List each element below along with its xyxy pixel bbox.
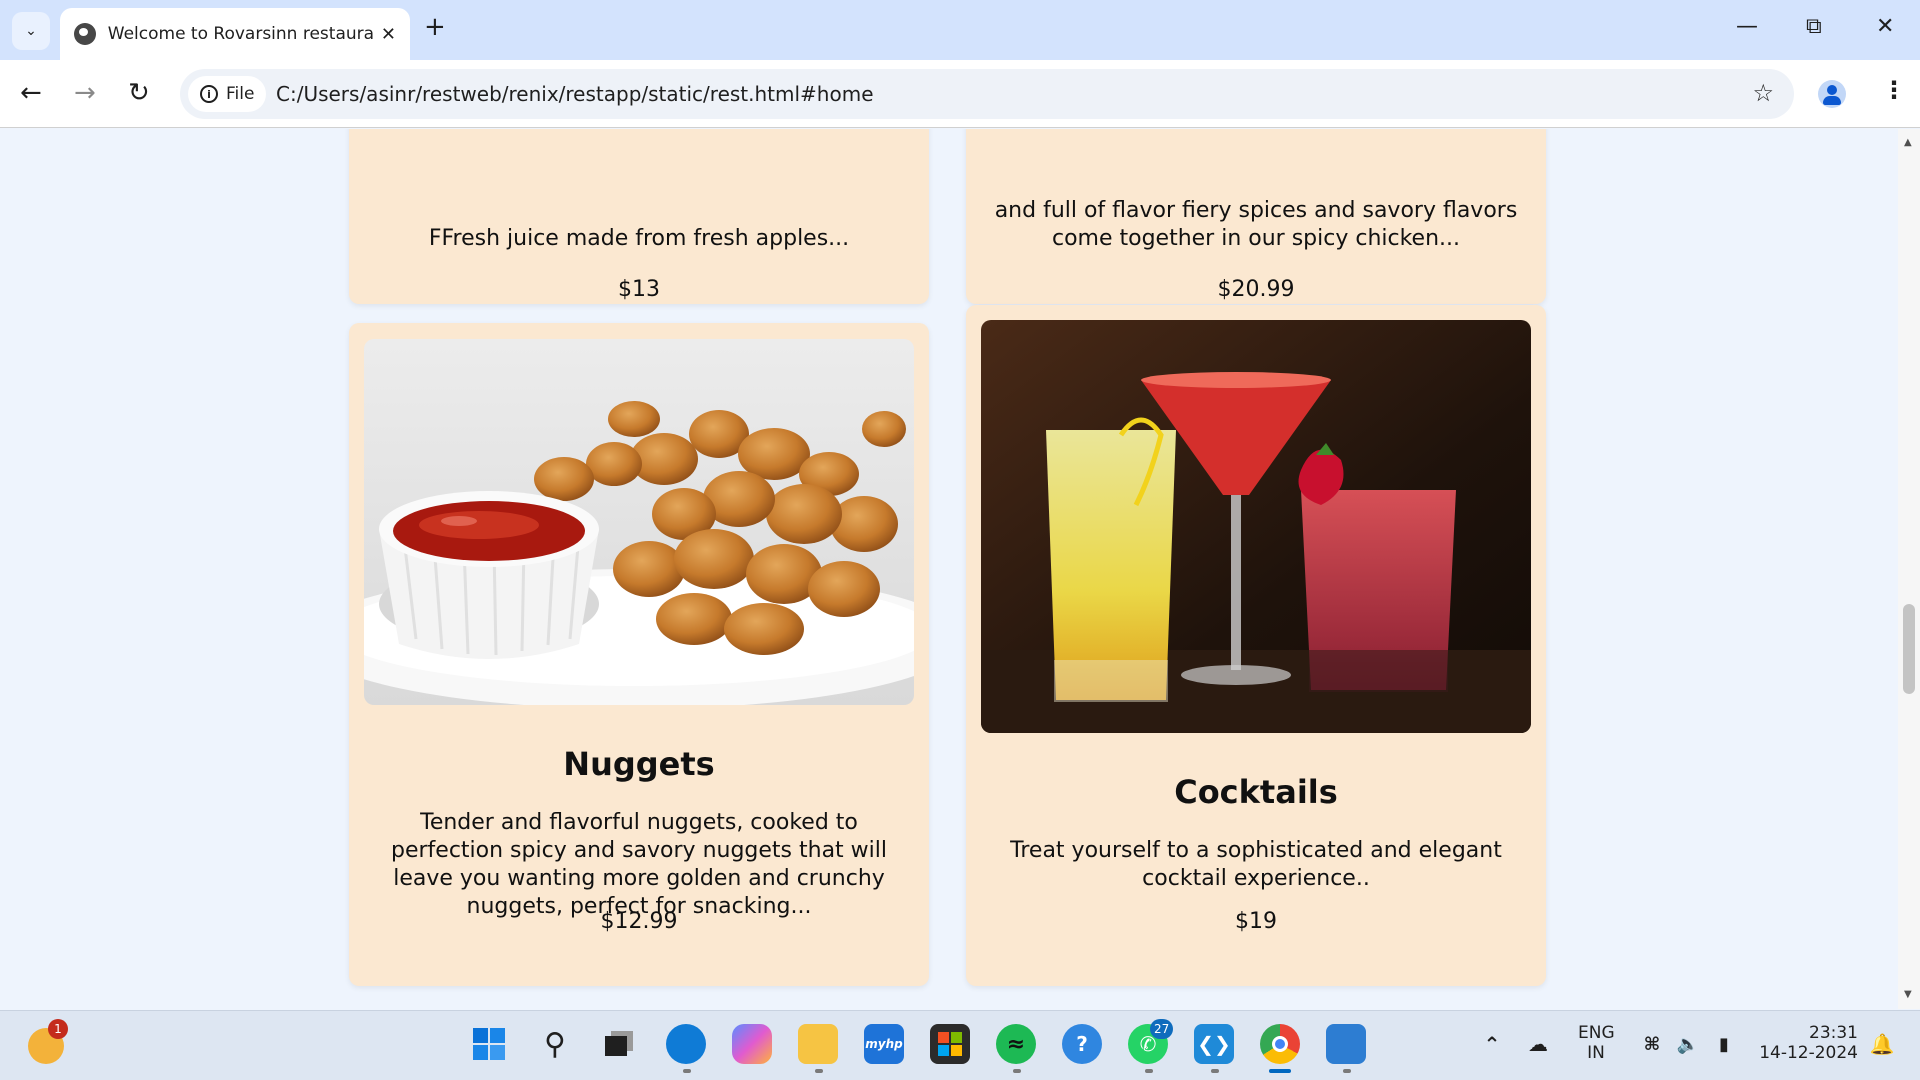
page-viewport: FFresh juice made from fresh apples... $… — [0, 129, 1898, 1009]
card-description: FFresh juice made from fresh apples... — [428, 226, 850, 251]
wifi-icon[interactable]: ⌘ — [1632, 1024, 1672, 1064]
menu-card-juice: FFresh juice made from fresh apples... $… — [349, 129, 929, 304]
clock[interactable]: 23:31 14-12-2024 — [1758, 1023, 1858, 1063]
profile-avatar[interactable] — [1818, 80, 1846, 108]
card-price: $13 — [618, 277, 660, 302]
nuggets-image — [364, 339, 914, 705]
menu-card-nuggets: Nuggets Tender and flavorful nuggets, co… — [349, 323, 929, 986]
onedrive-icon[interactable]: ☁ — [1518, 1024, 1558, 1064]
reload-button[interactable]: ↻ — [128, 78, 150, 108]
card-price: $20.99 — [1217, 277, 1295, 302]
scroll-up-arrow-icon[interactable]: ▲ — [1904, 137, 1912, 148]
vscode-running-indicator — [1211, 1069, 1219, 1073]
chrome-center-icon — [1272, 1036, 1288, 1052]
back-button[interactable]: ← — [20, 78, 42, 108]
minimize-button[interactable]: — — [1736, 14, 1758, 39]
info-icon: i — [200, 85, 218, 103]
card-price: $12.99 — [600, 909, 678, 934]
region-code: IN — [1587, 1043, 1605, 1063]
page-scrollbar[interactable]: ▲ ▼ — [1898, 129, 1920, 1009]
language-code: ENG — [1578, 1023, 1615, 1043]
menu-card-cocktails: Cocktails Treat yourself to a sophistica… — [966, 305, 1546, 986]
new-tab-button[interactable]: + — [424, 12, 446, 42]
search-icon[interactable]: ⚲ — [535, 1024, 575, 1064]
close-tab-icon[interactable]: ✕ — [381, 24, 396, 45]
card-description: Treat yourself to a sophisticated and el… — [1010, 838, 1502, 891]
address-bar[interactable]: i File C:/Users/asinr/restweb/renix/rest… — [180, 69, 1794, 119]
photos-running-indicator — [1343, 1069, 1351, 1073]
site-info-label: File — [226, 84, 255, 104]
vscode-icon[interactable]: ❮❯ — [1194, 1024, 1234, 1064]
globe-icon — [74, 23, 96, 45]
myhp-icon[interactable]: myhp — [864, 1024, 904, 1064]
spotify-icon[interactable]: ≈ — [996, 1024, 1036, 1064]
language-indicator[interactable]: ENG IN — [1578, 1023, 1615, 1063]
chevron-up-icon[interactable]: ⌃ — [1472, 1024, 1512, 1064]
card-price: $19 — [1235, 909, 1277, 934]
close-window-button[interactable]: ✕ — [1876, 14, 1894, 39]
forward-button[interactable]: → — [74, 78, 96, 108]
get-help-icon[interactable]: ? — [1062, 1024, 1102, 1064]
tab-strip: ⌄ Welcome to Rovarsinn restaurant ✕ + — … — [0, 0, 1920, 60]
spotify-running-indicator — [1013, 1069, 1021, 1073]
explorer-running-indicator — [815, 1069, 823, 1073]
chrome-active-indicator — [1269, 1069, 1291, 1073]
myhp-label: myhp — [865, 1037, 903, 1051]
whatsapp-badge: 27 — [1150, 1019, 1174, 1039]
restore-button[interactable]: ⧉ — [1806, 14, 1822, 39]
volume-icon[interactable]: 🔈 — [1668, 1024, 1708, 1064]
browser-toolbar: ← → ↻ i File C:/Users/asinr/restweb/reni… — [0, 60, 1920, 128]
chrome-icon[interactable] — [1260, 1024, 1300, 1064]
card-description: and full of flavor fiery spices and savo… — [994, 198, 1518, 251]
chevron-down-icon: ⌄ — [25, 23, 37, 39]
tab-search-button[interactable]: ⌄ — [12, 12, 50, 50]
microsoft-store-icon[interactable] — [930, 1024, 970, 1064]
menu-card-spicy-chicken: and full of flavor fiery spices and savo… — [966, 129, 1546, 304]
weather-badge: 1 — [48, 1019, 68, 1039]
browser-menu-button[interactable]: ⋮ — [1882, 76, 1906, 104]
url-text[interactable]: C:/Users/asinr/restweb/renix/restapp/sta… — [276, 82, 874, 106]
copilot-icon[interactable] — [732, 1024, 772, 1064]
clock-time: 23:31 — [1809, 1023, 1858, 1043]
windows-taskbar: 1 ⚲ myhp ≈ ? ✆ 27 ❮❯ ⌃ ☁ ENG IN ⌘ 🔈 ▮ 23… — [0, 1010, 1920, 1080]
card-description: Tender and flavorful nuggets, cooked to … — [391, 810, 887, 919]
clock-date: 14-12-2024 — [1759, 1043, 1858, 1063]
whatsapp-running-indicator — [1145, 1069, 1153, 1073]
photos-icon[interactable] — [1326, 1024, 1366, 1064]
scrollbar-thumb[interactable] — [1903, 604, 1915, 694]
notification-bell-icon[interactable]: 🔔 — [1862, 1024, 1902, 1064]
scroll-down-arrow-icon[interactable]: ▼ — [1904, 989, 1912, 1000]
card-title: Nuggets — [563, 745, 715, 783]
site-info-chip[interactable]: i File — [188, 76, 267, 112]
bookmark-star-icon[interactable]: ☆ — [1752, 79, 1774, 107]
file-explorer-icon[interactable] — [798, 1024, 838, 1064]
cocktails-image — [981, 320, 1531, 733]
card-title: Cocktails — [1174, 773, 1338, 811]
tab-title: Welcome to Rovarsinn restaurant — [107, 24, 375, 44]
start-menu-icon[interactable] — [469, 1024, 509, 1064]
active-tab[interactable]: Welcome to Rovarsinn restaurant ✕ — [60, 8, 410, 60]
edge-browser-icon[interactable] — [666, 1024, 706, 1064]
task-view-icon[interactable] — [600, 1024, 640, 1064]
battery-icon[interactable]: ▮ — [1704, 1024, 1744, 1064]
edge-running-indicator — [683, 1069, 691, 1073]
